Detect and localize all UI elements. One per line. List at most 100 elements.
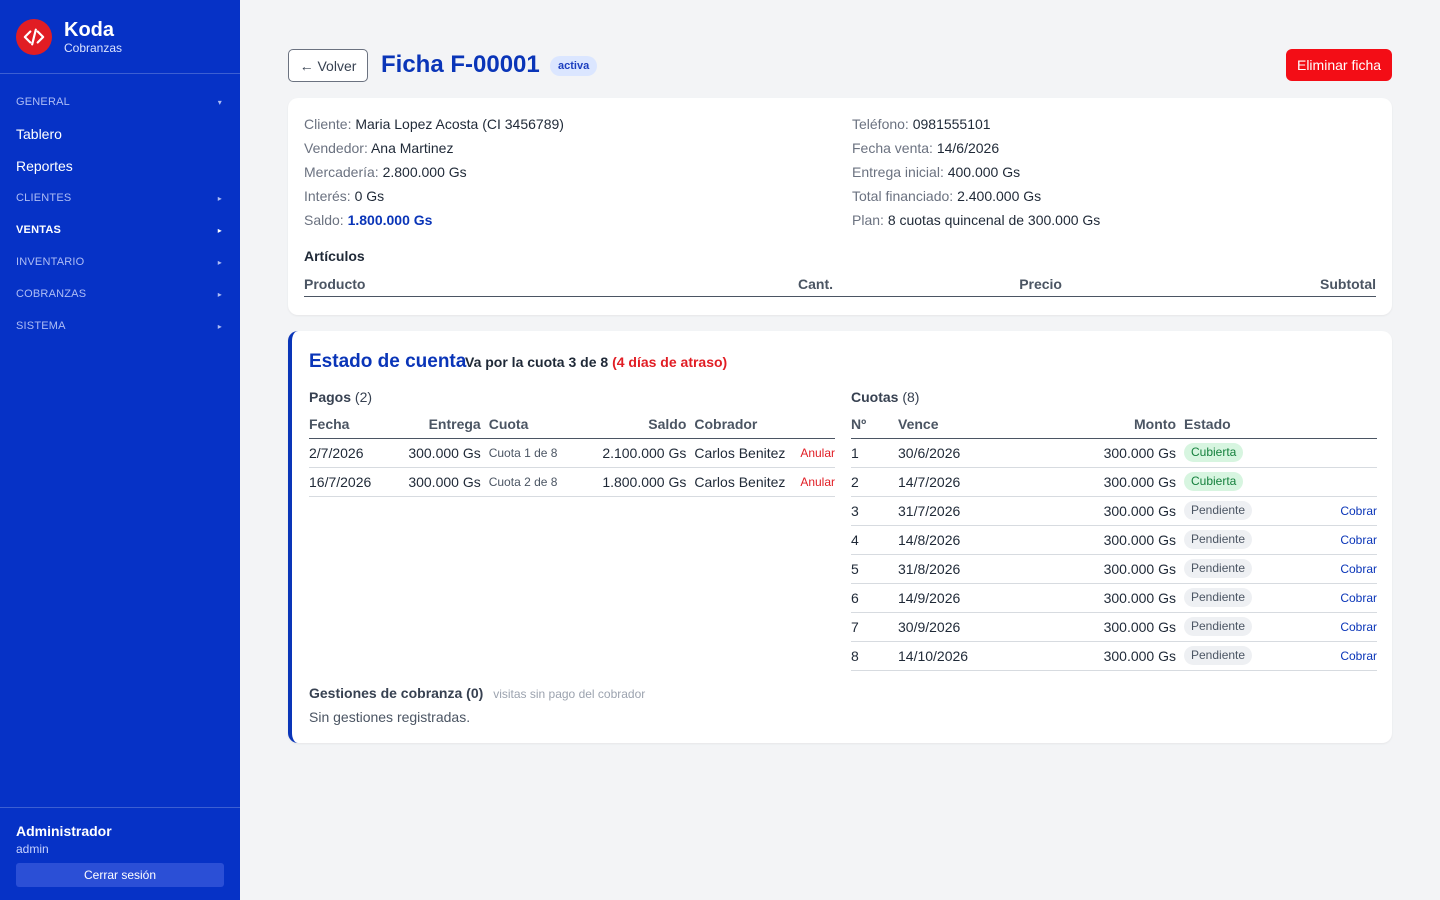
detail-interes: Interés: 0 Gs — [304, 188, 384, 204]
sidebar-section-inventario[interactable]: INVENTARIO ▸ — [0, 246, 240, 278]
gestiones-empty-text: Sin gestiones registradas. — [309, 709, 471, 725]
cuotas-title: Cuotas (8) — [851, 389, 919, 405]
sidebar-item-reportes[interactable]: Reportes — [0, 150, 240, 182]
cuota-numero: 4 — [851, 525, 898, 555]
chevron-right-icon: ▸ — [217, 321, 222, 331]
sidebar-section-ventas[interactable]: VENTAS ▸ — [0, 214, 240, 246]
cuota-estado-cell: Pendiente — [1176, 554, 1277, 584]
cuota-vence: 14/10/2026 — [898, 641, 1018, 671]
cuota-monto: 300.000 Gs — [1018, 583, 1176, 613]
detail-label: Plan: — [852, 212, 884, 228]
detail-label: Cliente: — [304, 116, 352, 132]
cuotas-table: Nº Vence Monto Estado 1 30/6/2026 300.000 … — [851, 411, 1377, 671]
page-header: ← Volver Ficha F-00001 activa Eliminar f… — [288, 49, 1392, 82]
cuota-estado-cell: Pendiente — [1176, 612, 1277, 642]
gestiones-title-label: Gestiones de cobranza — [309, 685, 463, 701]
detail-label: Vendedor: — [304, 140, 368, 156]
anular-link[interactable]: Anular — [800, 438, 835, 468]
estado-cuenta-card: Estado de cuenta Va por la cuota 3 de 8 … — [288, 331, 1392, 743]
cuotas-title-label: Cuotas — [851, 389, 899, 405]
detail-value: 0 Gs — [354, 188, 385, 204]
brand-name: Koda — [64, 18, 114, 41]
sidebar-section-clientes[interactable]: CLIENTES ▸ — [0, 182, 240, 214]
sidebar-section-sistema[interactable]: SISTEMA ▸ — [0, 310, 240, 342]
anular-link[interactable]: Anular — [800, 467, 835, 497]
cuota-numero: 3 — [851, 496, 898, 526]
cobrar-link[interactable]: Cobrar — [1277, 583, 1377, 613]
detail-value: 2.800.000 Gs — [382, 164, 467, 180]
cobrar-link[interactable]: Cobrar — [1277, 496, 1377, 526]
cuota-monto: 300.000 Gs — [1018, 438, 1176, 468]
pagos-title-label: Pagos — [309, 389, 352, 405]
chevron-down-icon: ▾ — [217, 97, 222, 107]
user-name: Administrador — [16, 823, 112, 839]
articulos-title: Artículos — [304, 248, 365, 264]
cuota-vence: 31/7/2026 — [898, 496, 1018, 526]
cuota-vence: 31/8/2026 — [898, 554, 1018, 584]
cobrar-link[interactable]: Cobrar — [1277, 612, 1377, 642]
table-row: 4 14/8/2026 300.000 Gs Pendiente Cobrar — [851, 525, 1377, 555]
cuota-vence: 14/8/2026 — [898, 525, 1018, 555]
detail-label: Saldo: — [304, 212, 344, 228]
table-row: 6 14/9/2026 300.000 Gs Pendiente Cobrar — [851, 583, 1377, 613]
detail-total-financiado: Total financiado: 2.400.000 Gs — [852, 188, 1041, 204]
column-header-cobrador: Cobrador — [686, 411, 801, 439]
detail-label: Total financiado: — [852, 188, 954, 204]
code-brackets-icon — [16, 18, 52, 55]
table-row: 1 30/6/2026 300.000 Gs Cubierta — [851, 438, 1377, 468]
column-header-cantidad: Cant. — [798, 276, 833, 292]
column-header-fecha: Fecha — [309, 411, 399, 439]
sidebar-section-cobranzas[interactable]: COBRANZAS ▸ — [0, 278, 240, 310]
column-header-numero: Nº — [851, 411, 898, 439]
cuota-vence: 14/9/2026 — [898, 583, 1018, 613]
column-header-vence: Vence — [898, 411, 1018, 439]
cuotas-header-row: Nº Vence Monto Estado — [851, 411, 1377, 439]
detail-fecha-venta: Fecha venta: 14/6/2026 — [852, 140, 999, 156]
detail-cliente: Cliente: Maria Lopez Acosta (CI 3456789) — [304, 116, 564, 132]
gestiones-title: Gestiones de cobranza (0) visitas sin pa… — [309, 685, 645, 701]
chevron-right-icon: ▸ — [217, 225, 222, 235]
pago-cuota: Cuota 2 de 8 — [480, 467, 589, 497]
detail-value: 0981555101 — [912, 116, 991, 132]
column-header-cuota: Cuota — [480, 411, 589, 439]
sidebar: Koda Cobranzas GENERAL ▾ Tablero Reporte… — [0, 0, 240, 900]
sidebar-section-general[interactable]: GENERAL ▾ — [0, 86, 240, 118]
cuota-numero: 6 — [851, 583, 898, 613]
delete-ficha-button[interactable]: Eliminar ficha — [1286, 49, 1392, 81]
articulos-table-header: Producto Cant. Precio Subtotal — [304, 275, 1376, 297]
logout-button[interactable]: Cerrar sesión — [16, 863, 224, 887]
column-header-monto: Monto — [1018, 411, 1176, 439]
cobrar-link[interactable]: Cobrar — [1277, 641, 1377, 671]
sidebar-section-label: GENERAL — [16, 96, 70, 108]
pago-cobrador: Carlos Benitez — [686, 467, 801, 497]
estado-cuenta-title: Estado de cuenta — [309, 351, 467, 372]
table-row: 16/7/2026 300.000 Gs Cuota 2 de 8 1.800.… — [309, 467, 835, 497]
cuota-vence: 30/6/2026 — [898, 438, 1018, 468]
estado-badge: Pendiente — [1184, 646, 1253, 665]
column-header-entrega: Entrega — [398, 411, 481, 439]
cuota-numero: 5 — [851, 554, 898, 584]
detail-value: Maria Lopez Acosta (CI 3456789) — [355, 116, 564, 132]
brand-subtitle: Cobranzas — [64, 40, 123, 55]
back-button[interactable]: ← Volver — [288, 49, 368, 82]
table-row: 8 14/10/2026 300.000 Gs Pendiente Cobrar — [851, 641, 1377, 671]
pago-fecha: 16/7/2026 — [309, 467, 399, 497]
gestiones-hint: visitas sin pago del cobrador — [493, 687, 646, 701]
cobrar-link[interactable]: Cobrar — [1277, 525, 1377, 555]
sidebar-nav: GENERAL ▾ Tablero Reportes CLIENTES ▸ VE… — [0, 74, 240, 342]
pago-saldo: 1.800.000 Gs — [588, 467, 687, 497]
cuota-monto: 300.000 Gs — [1018, 641, 1176, 671]
sidebar-item-tablero[interactable]: Tablero — [0, 118, 240, 150]
table-row: 2 14/7/2026 300.000 Gs Cubierta — [851, 467, 1377, 497]
cuota-numero: 2 — [851, 467, 898, 497]
cuota-vence: 30/9/2026 — [898, 612, 1018, 642]
detail-entrega-inicial: Entrega inicial: 400.000 Gs — [852, 164, 1020, 180]
detail-value: 1.800.000 Gs — [347, 212, 433, 228]
detail-value: 14/6/2026 — [936, 140, 1000, 156]
column-header-acciones — [800, 411, 835, 439]
cobrar-link[interactable]: Cobrar — [1277, 554, 1377, 584]
table-row: 2/7/2026 300.000 Gs Cuota 1 de 8 2.100.0… — [309, 438, 835, 468]
cuota-monto: 300.000 Gs — [1018, 554, 1176, 584]
detail-label: Interés: — [304, 188, 351, 204]
cuota-progress-text: Va por la cuota 3 de 8 (4 días de atraso… — [465, 354, 727, 370]
